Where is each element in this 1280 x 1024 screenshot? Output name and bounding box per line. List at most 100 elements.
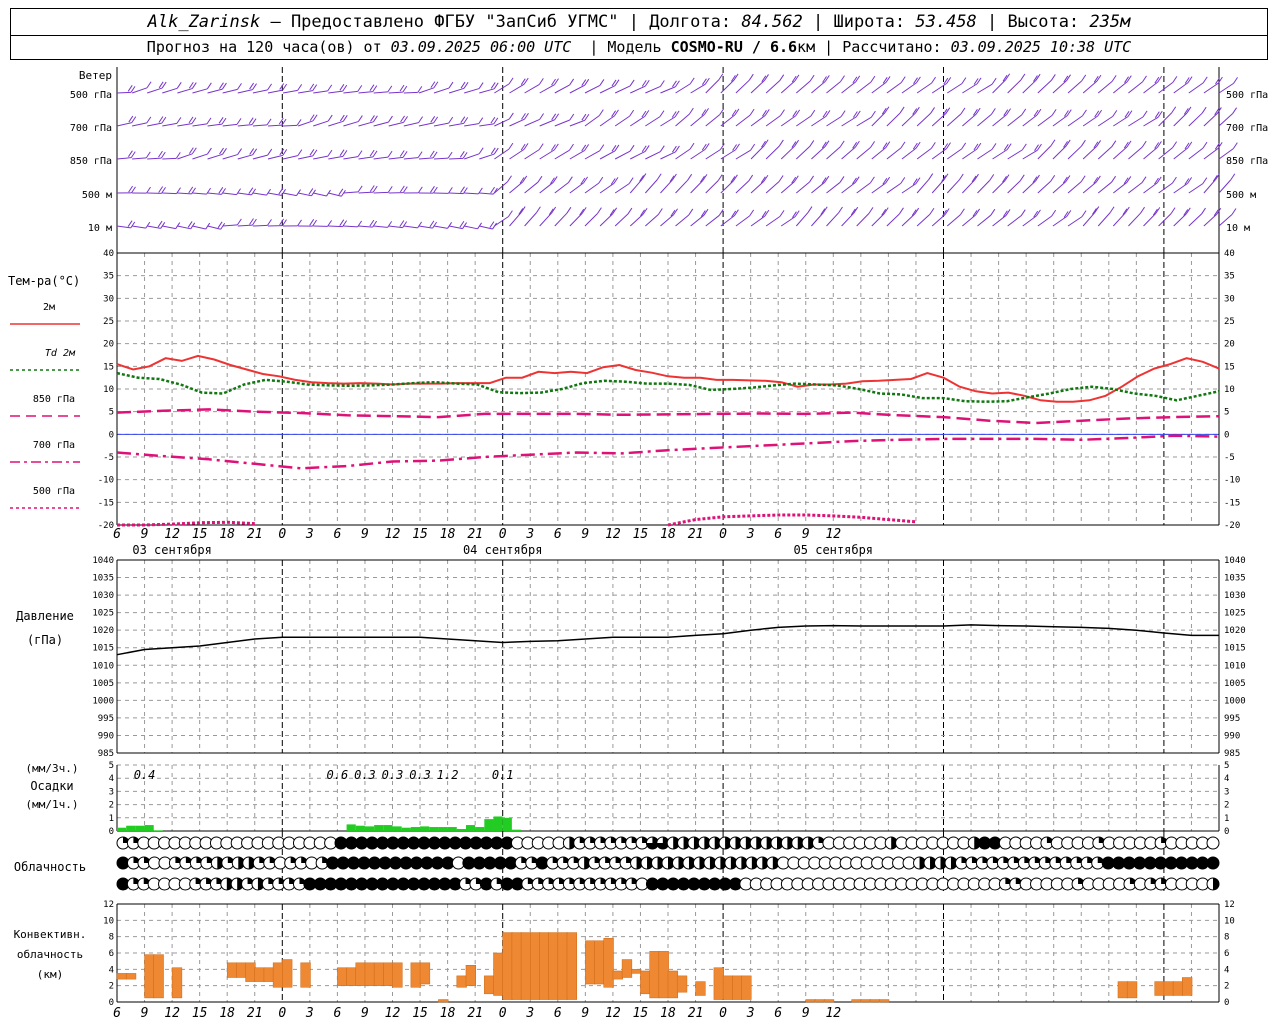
wind-barb-flag xyxy=(297,84,303,91)
wind-barb-flag xyxy=(221,117,227,125)
wind-barb xyxy=(343,121,359,127)
wind-barb xyxy=(177,88,193,94)
wind-barb xyxy=(524,119,540,127)
hour-label: 15 xyxy=(412,1006,428,1021)
wind-barb-flag xyxy=(1170,207,1176,214)
tick-label: 2 xyxy=(109,982,114,992)
convective-bar xyxy=(530,932,541,1000)
wind-barb xyxy=(1188,82,1204,94)
wind-barb xyxy=(1052,145,1067,160)
tick-label: 0 xyxy=(109,827,114,837)
wind-barb xyxy=(464,153,480,160)
wind-barb xyxy=(1007,79,1022,94)
wind-barb xyxy=(298,155,313,160)
wind-barb-flag xyxy=(448,81,454,89)
wind-barb xyxy=(856,182,871,194)
wind-barb-flag xyxy=(432,221,438,229)
convective-bar xyxy=(383,962,394,986)
wind-barb xyxy=(841,116,857,127)
wind-barb xyxy=(192,123,208,127)
wind-barb xyxy=(509,83,525,94)
wind-barb-flag xyxy=(157,220,163,228)
wind-barb xyxy=(222,154,238,160)
wind-barb-flag xyxy=(855,75,861,83)
wind-barb-flag xyxy=(930,107,935,114)
wind-barb-flag xyxy=(748,73,754,81)
wind-barb-flag xyxy=(160,151,166,159)
wind-barb xyxy=(750,215,766,227)
wind-barb-flag xyxy=(130,86,136,93)
wind-barb xyxy=(282,155,298,160)
convective-bar xyxy=(631,969,642,974)
precip-label: 0.6 xyxy=(327,768,349,782)
wind-barb xyxy=(856,116,872,127)
wind-barb-flag xyxy=(960,107,966,115)
wind-barb-flag xyxy=(399,84,405,92)
wind-barb xyxy=(1173,112,1188,127)
convective-bar xyxy=(456,975,467,988)
wind-barb xyxy=(132,157,147,160)
wind-barb xyxy=(962,83,978,94)
wind-barb xyxy=(162,157,177,160)
wind-level-label: 500 гПа xyxy=(1226,90,1268,101)
wind-barb xyxy=(765,115,781,127)
wind-barb-flag xyxy=(1232,142,1238,149)
wind-barb-flag xyxy=(130,151,136,158)
model-label: Модель xyxy=(607,38,662,56)
wind-barb-flag xyxy=(145,151,151,159)
wind-barb xyxy=(116,122,132,127)
wind-barb xyxy=(1022,114,1038,127)
convective-bar xyxy=(713,967,724,1000)
wind-barb xyxy=(192,225,206,230)
wind-barb-flag xyxy=(146,116,152,124)
wind-barb-flag xyxy=(779,210,785,217)
wind-barb-flag xyxy=(734,108,740,116)
wind-barb xyxy=(690,214,705,227)
wind-barb xyxy=(1022,149,1038,160)
pressure-unit: (гПа) xyxy=(27,633,63,647)
wind-barb xyxy=(1007,149,1023,160)
hour-label: 0 xyxy=(719,527,727,542)
wind-barb xyxy=(1188,112,1203,127)
convective-bar xyxy=(144,954,155,999)
wind-barb-flag xyxy=(145,221,151,229)
hour-label: 0 xyxy=(278,527,286,542)
precip-bar xyxy=(383,825,393,831)
wind-barb xyxy=(252,192,267,196)
wind-barb xyxy=(1173,213,1187,227)
wind-barb xyxy=(328,155,344,160)
wind-barb xyxy=(358,156,374,160)
hour-label: 18 xyxy=(219,527,235,542)
hour-label: 9 xyxy=(581,527,589,542)
wind-barb-flag xyxy=(187,221,193,228)
wind-barb-flag xyxy=(248,117,254,124)
tick-label: 990 xyxy=(1224,731,1240,741)
convective-bar xyxy=(520,932,532,1000)
tick-label: 0 xyxy=(1224,998,1229,1008)
wind-barb-flag xyxy=(885,141,891,148)
wind-barb-flag xyxy=(417,86,423,93)
convective-bar xyxy=(585,940,596,985)
precip-bar xyxy=(153,830,163,831)
wind-barb xyxy=(252,89,268,94)
wind-barb-flag xyxy=(566,206,572,214)
wind-barb-flag xyxy=(251,118,257,125)
wind-barb xyxy=(841,81,857,94)
calc-label: Рассчитано: xyxy=(842,38,942,56)
precip-label: 0.3 xyxy=(382,768,404,782)
hour-label: 18 xyxy=(660,1006,676,1021)
wind-barb xyxy=(916,147,932,160)
wind-barb-flag xyxy=(1050,139,1056,147)
wind-barb xyxy=(1082,212,1096,227)
tick-label: 5 xyxy=(1224,408,1229,418)
tick-label: 1005 xyxy=(92,679,114,689)
wind-barb-flag xyxy=(1066,210,1072,217)
wind-barb xyxy=(524,83,540,94)
wind-barb xyxy=(373,225,388,228)
tick-label: 0 xyxy=(1224,430,1229,440)
precip-title: Осадки xyxy=(30,779,73,793)
wind-barb-flag xyxy=(462,152,468,159)
wind-barb xyxy=(992,215,1007,227)
wind-barb xyxy=(795,181,810,194)
wind-level-label: 500 гПа xyxy=(70,90,112,101)
